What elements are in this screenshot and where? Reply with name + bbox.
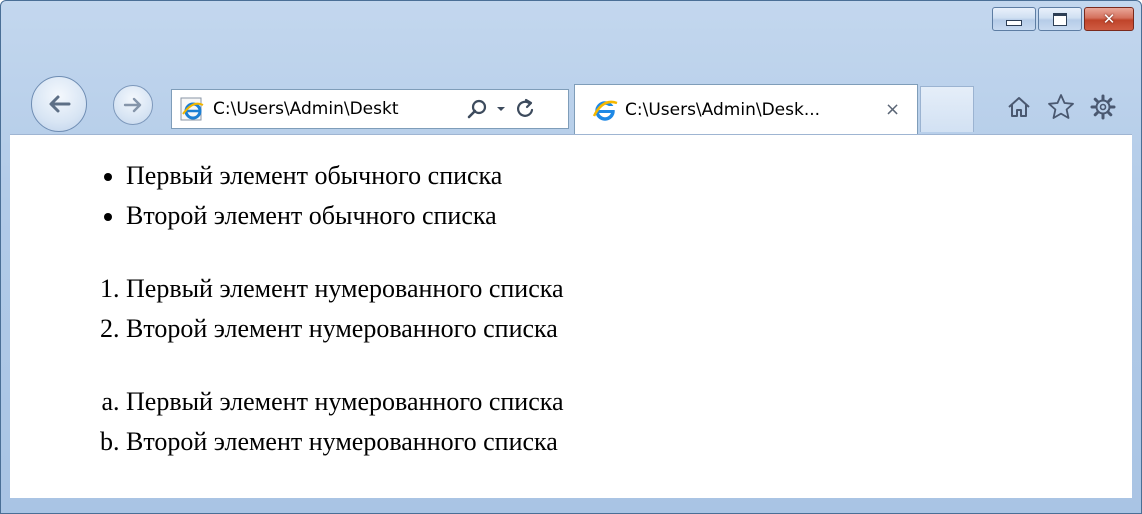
back-arrow-icon [49, 95, 71, 113]
refresh-button[interactable] [513, 95, 537, 123]
address-tools [465, 95, 537, 123]
minimize-icon [1006, 20, 1022, 26]
maximize-button[interactable] [1038, 7, 1082, 31]
numbered-list: Первый элемент нумерованного списка Втор… [10, 269, 1132, 349]
tab-title: C:\Users\Admin\Desk... [625, 99, 821, 120]
caption-buttons: ✕ [990, 7, 1134, 31]
new-tab-button[interactable] [920, 86, 974, 132]
address-dropdown-button[interactable] [489, 95, 513, 123]
list-item: Первый элемент нумерованного списка [126, 382, 1132, 422]
list-item: Второй элемент нумерованного списка [126, 422, 1132, 462]
close-button[interactable]: ✕ [1084, 7, 1134, 31]
forward-button[interactable] [113, 85, 153, 125]
dropdown-arrow-icon [497, 107, 505, 111]
ie-logo-icon [592, 100, 618, 121]
address-bar[interactable]: C:\Users\Admin\Deskt [171, 89, 569, 129]
forward-arrow-icon [123, 97, 142, 113]
tab-active[interactable]: C:\Users\Admin\Desk... × [574, 84, 918, 134]
favorites-button[interactable] [1045, 89, 1077, 125]
home-icon [1008, 97, 1030, 117]
list-item: Второй элемент нумерованного списка [126, 309, 1132, 349]
star-icon [1048, 94, 1074, 119]
back-button[interactable] [31, 76, 87, 132]
page-content: Первый элемент обычного списка Второй эл… [10, 134, 1132, 498]
address-text: C:\Users\Admin\Deskt [213, 99, 399, 119]
unordered-list: Первый элемент обычного списка Второй эл… [10, 156, 1132, 236]
close-icon: ✕ [1102, 9, 1116, 28]
lettered-list: Первый элемент нумерованного списка Втор… [10, 382, 1132, 462]
minimize-button[interactable] [992, 7, 1036, 31]
maximize-icon [1053, 12, 1067, 26]
list-item: Второй элемент обычного списка [126, 196, 1132, 236]
tools-button[interactable] [1087, 89, 1119, 125]
home-button[interactable] [1003, 89, 1035, 125]
gear-icon [1090, 94, 1116, 120]
search-icon [467, 99, 487, 119]
browser-window: ✕ C:\Users\Admin\Deskt C:\Users\Admin\De… [0, 0, 1142, 514]
tab-close-icon[interactable]: × [885, 99, 900, 120]
list-item: Первый элемент обычного списка [126, 156, 1132, 196]
search-button[interactable] [465, 95, 489, 123]
refresh-icon [517, 98, 534, 117]
ie-page-icon [180, 97, 204, 121]
command-icons [993, 89, 1119, 125]
list-item: Первый элемент нумерованного списка [126, 269, 1132, 309]
